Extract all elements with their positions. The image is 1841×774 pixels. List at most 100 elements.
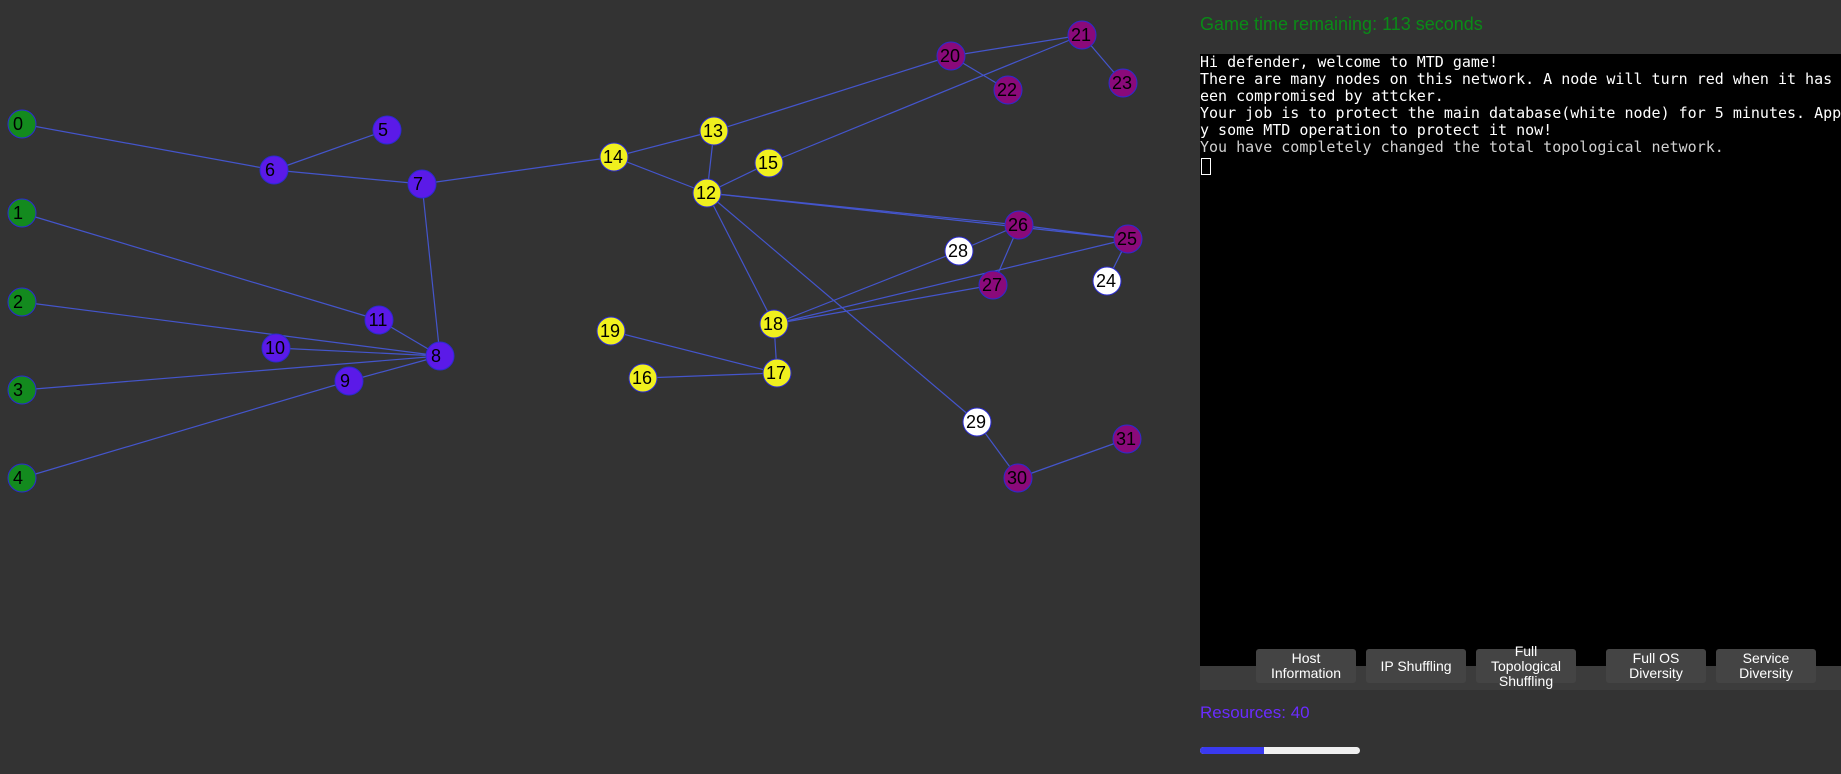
edge-14-13 [613,130,715,158]
node-label: 13 [703,121,723,141]
node-22[interactable]: 22 [993,75,1023,105]
node-8[interactable]: 8 [425,341,455,371]
node-14[interactable]: 14 [599,142,629,172]
node-label: 30 [1007,468,1027,488]
edge-20-21 [950,34,1083,57]
node-label: 28 [948,241,968,261]
node-label: 21 [1071,25,1091,45]
node-label: 10 [265,338,285,358]
node-21[interactable]: 21 [1067,20,1097,50]
edge-12-18 [706,192,775,325]
node-13[interactable]: 13 [699,116,729,146]
node-10[interactable]: 10 [261,333,291,363]
node-label: 31 [1116,429,1136,449]
node-4[interactable]: 4 [7,463,37,493]
node-label: 25 [1117,229,1137,249]
node-label: 0 [13,114,23,134]
edge-4-9 [21,380,350,479]
node-11[interactable]: 11 [364,305,394,335]
node-label: 20 [940,46,960,66]
node-27[interactable]: 27 [978,270,1008,300]
resource-bar-fill [1200,747,1264,754]
edge-10-8 [275,347,441,357]
node-0[interactable]: 0 [7,109,37,139]
node-18[interactable]: 18 [759,309,789,339]
service-diversity-button[interactable]: Service Diversity [1716,649,1816,683]
node-12[interactable]: 12 [692,178,722,208]
console-line: There are many nodes on this network. A … [1200,70,1841,88]
node-label: 2 [13,292,23,312]
node-30[interactable]: 30 [1003,463,1033,493]
edge-18-28 [773,250,960,325]
host-information-button[interactable]: Host Information [1256,649,1356,683]
edge-0-6 [21,123,275,171]
node-17[interactable]: 17 [762,358,792,388]
node-label: 14 [603,147,623,167]
node-label: 17 [766,363,786,383]
node-label: 19 [600,321,620,341]
node-5[interactable]: 5 [372,115,402,145]
console-line: een compromised by attcker. [1200,87,1444,105]
node-label: 29 [966,412,986,432]
resources-label: Resources: 40 [1200,703,1310,722]
network-graph: 01234567891011121314 1516 171819202122 2324… [7,20,1143,493]
node-label: 27 [982,275,1002,295]
node-29[interactable]: 29 [962,407,992,437]
edge-7-14 [421,156,615,185]
node-label: 23 [1112,73,1132,93]
node-19[interactable]: 19 [596,316,626,346]
edge-16-17 [642,372,778,379]
node-31[interactable]: 31 [1112,424,1142,454]
node-24[interactable]: 24 [1092,266,1122,296]
node-25[interactable]: 25 [1113,224,1143,254]
node-label: 7 [413,174,423,194]
ip-shuffling-button[interactable]: IP Shuffling [1366,649,1466,683]
node-16[interactable]: 16 [628,363,658,393]
node-3[interactable]: 3 [7,375,37,405]
node-20[interactable]: 20 [936,41,966,71]
node-label: 1 [13,203,23,223]
edge-5-6 [273,129,388,171]
node-2[interactable]: 2 [7,287,37,317]
node-label: 15 [758,153,778,173]
game-stage: 0 1 2 3 4 5 6 7 8 9 10 11 12 13 14 15 16 17 18 19 20 21 22 23 24… [0,0,1841,774]
node-label: 9 [340,371,350,391]
node-label: 12 [696,183,716,203]
edge-13-20 [713,55,952,132]
console-line: y some MTD operation to protect it now! [1200,121,1553,139]
console-line: Hi defender, welcome to MTD game! [1200,54,1499,71]
node-9[interactable]: 9 [334,366,364,396]
edge-7-8 [421,183,441,357]
node-label: 24 [1096,271,1116,291]
console-last-message: You have completely changed the total to… [1200,138,1724,156]
node-7[interactable]: 7 [407,169,437,199]
resource-bar [1200,747,1360,754]
node-label: 16 [632,368,652,388]
game-timer: Game time remaining: 113 seconds [1200,14,1483,34]
node-label: 22 [997,80,1017,100]
node-label: 18 [763,314,783,334]
edge-26-25 [1018,224,1129,240]
edge-18-27 [773,284,994,325]
edge-30-31 [1017,438,1128,479]
full-os-diversity-button[interactable]: Full OS Diversity [1606,649,1706,683]
node-1[interactable]: 1 [7,198,37,228]
nodes-layer: 01234567891011121314 1516 171819202122 2324… [7,20,1143,493]
node-label: 8 [431,346,441,366]
node-23[interactable]: 23 [1108,68,1138,98]
node-26[interactable]: 26 [1004,210,1034,240]
message-console: Hi defender, welcome to MTD game! There … [1200,54,1841,666]
node-28[interactable]: 28 [944,236,974,266]
console-cursor[interactable] [1201,158,1211,175]
console-line: Your job is to protect the main database… [1200,104,1841,122]
edge-12-25 [706,192,1129,240]
node-label: 6 [265,160,275,180]
node-label: 5 [378,120,388,140]
node-15[interactable]: 15 [754,148,784,178]
node-label: 3 [13,380,23,400]
edge-1-11 [21,212,380,321]
edge-14-12 [613,156,708,194]
full-topological-shuffling-button[interactable]: Full Topological Shuffling [1476,643,1576,688]
node-label: 11 [369,310,388,330]
node-6[interactable]: 6 [259,155,289,185]
